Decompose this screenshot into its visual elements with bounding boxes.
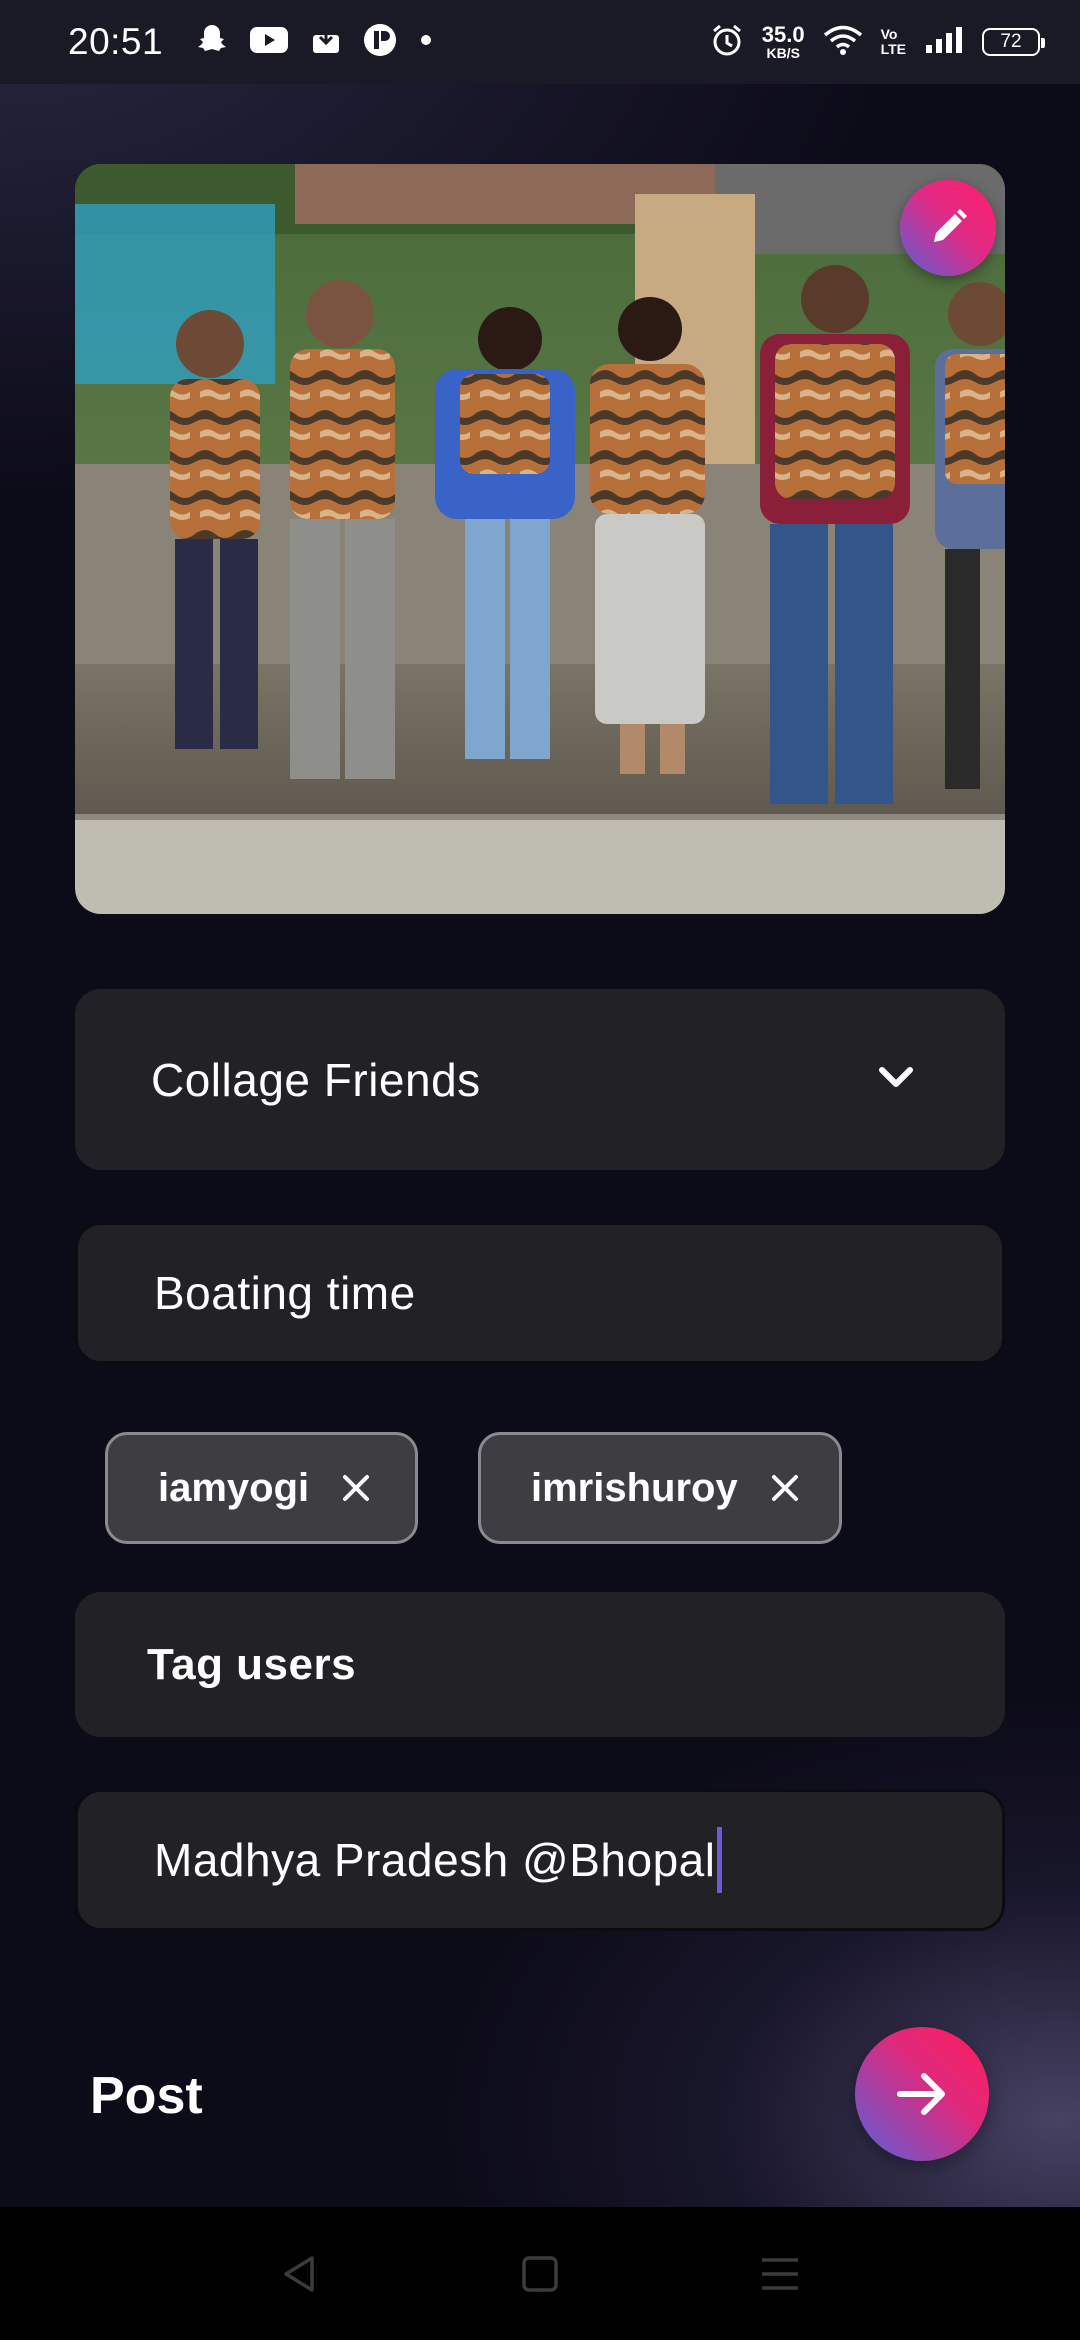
tag-chip-iamyogi[interactable]: iamyogi — [105, 1432, 418, 1544]
chevron-down-icon — [879, 1067, 913, 1087]
create-post-screen: 20:51 35.0 KB/S Vo LTE 72 Collage Friend… — [0, 0, 1080, 2340]
post-label: Post — [90, 2067, 203, 2125]
album-dropdown-value: Collage Friends — [151, 1053, 481, 1106]
battery-icon: 72 — [982, 28, 1045, 56]
notification-icons — [197, 23, 433, 62]
home-icon[interactable] — [518, 2252, 562, 2296]
back-icon[interactable] — [278, 2252, 322, 2296]
youtube-icon — [249, 25, 289, 60]
volte-indicator: Vo LTE — [881, 27, 906, 56]
close-icon[interactable] — [768, 1471, 802, 1505]
caption-value: Boating time — [154, 1267, 416, 1319]
menu-icon[interactable] — [758, 2252, 802, 2296]
alarm-icon — [710, 23, 744, 62]
tag-chip-imrishuroy[interactable]: imrishuroy — [478, 1432, 842, 1544]
status-time: 20:51 — [68, 21, 164, 62]
app-icon — [363, 23, 397, 62]
tag-chip-label: imrishuroy — [531, 1465, 738, 1510]
text-cursor — [717, 1827, 723, 1893]
location-field[interactable]: Madhya Pradesh @Bhopal — [75, 1789, 1005, 1931]
system-nav-bar — [0, 2207, 1080, 2340]
post-photo[interactable] — [75, 164, 1005, 914]
network-speed: 35.0 KB/S — [761, 22, 805, 61]
close-icon[interactable] — [339, 1471, 373, 1505]
caption-field[interactable]: Boating time — [75, 1222, 1005, 1364]
volte-top: Vo — [880, 26, 898, 43]
tag-users-placeholder: Tag users — [147, 1639, 357, 1689]
post-button[interactable] — [855, 2027, 989, 2161]
dot-icon — [419, 33, 433, 52]
location-value: Madhya Pradesh @Bhopal — [154, 1834, 716, 1886]
snapchat-icon — [197, 23, 227, 62]
album-dropdown[interactable]: Collage Friends — [75, 989, 1005, 1170]
download-icon — [311, 25, 341, 60]
system-icons: 35.0 KB/S Vo LTE 72 — [710, 22, 1045, 62]
wifi-icon — [823, 24, 863, 61]
arrow-right-icon — [897, 2073, 945, 2115]
speed-value: 35.0 — [761, 22, 805, 47]
tag-users-input[interactable]: Tag users — [75, 1592, 1005, 1737]
speed-unit: KB/S — [766, 45, 800, 61]
tag-chip-label: iamyogi — [158, 1465, 310, 1510]
group-photo-image — [75, 164, 1005, 914]
pencil-icon — [934, 209, 967, 242]
status-bar: 20:51 35.0 KB/S Vo LTE 72 — [0, 0, 1080, 84]
edit-photo-button[interactable] — [900, 180, 996, 276]
signal-icon — [924, 25, 964, 60]
volte-bottom: LTE — [880, 41, 906, 57]
